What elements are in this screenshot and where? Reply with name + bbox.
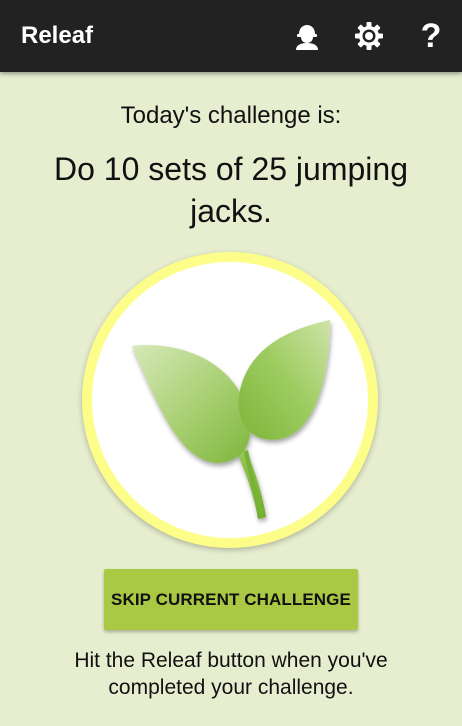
profile-icon[interactable] bbox=[289, 18, 325, 54]
instruction-text: Hit the Releaf button when you've comple… bbox=[74, 649, 388, 699]
app-title: Releaf bbox=[21, 22, 94, 49]
app-bar: Releaf ? bbox=[0, 0, 462, 72]
challenge-intro-text: Today's challenge is: bbox=[120, 102, 342, 129]
releaf-button[interactable] bbox=[82, 252, 378, 548]
gear-icon[interactable] bbox=[351, 18, 387, 54]
help-icon[interactable]: ? bbox=[413, 18, 449, 54]
help-glyph: ? bbox=[420, 17, 442, 55]
releaf-button-face bbox=[92, 262, 368, 538]
leaf-icon bbox=[132, 320, 330, 519]
skip-challenge-button[interactable]: SKIP CURRENT CHALLENGE bbox=[104, 569, 358, 630]
challenge-text: Do 10 sets of 25 jumping jacks. bbox=[54, 151, 408, 229]
